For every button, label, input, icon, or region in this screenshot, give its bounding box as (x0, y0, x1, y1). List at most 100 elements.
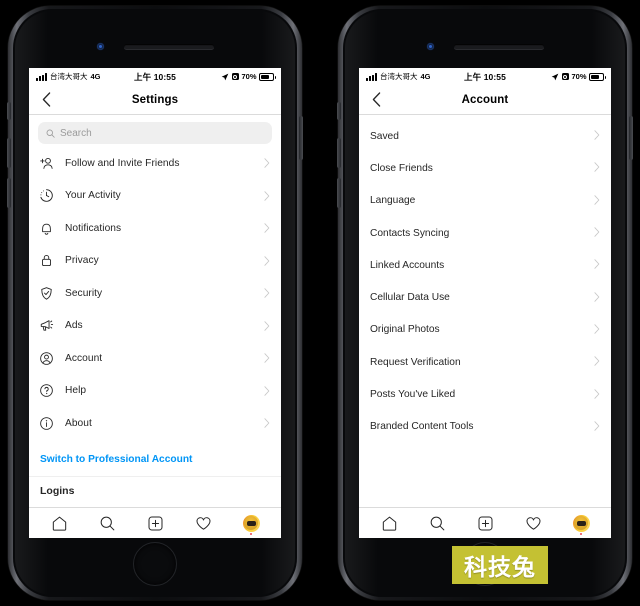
account-row-request-verification[interactable]: Request Verification (359, 346, 611, 379)
location-arrow-icon (552, 73, 559, 80)
settings-list: Search Follow and Invite Friends Your Ac… (29, 115, 281, 507)
notification-dot (580, 533, 582, 535)
mute-switch[interactable] (337, 102, 341, 120)
location-arrow-icon (222, 73, 229, 80)
settings-row-security[interactable]: Security (29, 277, 281, 310)
chevron-right-icon (594, 289, 600, 307)
chevron-right-icon (262, 321, 272, 331)
chevron-right-icon (262, 288, 272, 298)
back-button[interactable] (367, 91, 385, 109)
volume-down-button[interactable] (337, 178, 341, 208)
clock-label: 上午 10:55 (464, 71, 506, 82)
network-type-label: 4G (90, 72, 101, 81)
row-label: Account (65, 352, 103, 364)
earpiece-speaker (453, 43, 544, 49)
account-row-cellular-data-use[interactable]: Cellular Data Use (359, 281, 611, 314)
mute-switch[interactable] (7, 102, 11, 120)
carrier-label: 台湾大哥大 (380, 72, 418, 81)
screen-right: 台湾大哥大 4G 上午 10:55 70% Account Saved Clos… (359, 68, 611, 538)
settings-row-your-activity[interactable]: Your Activity (29, 179, 281, 212)
nav-bar-right: Account (359, 85, 611, 115)
settings-row-help[interactable]: Help (29, 374, 281, 407)
switch-to-professional-account-link[interactable]: Switch to Professional Account (29, 440, 281, 476)
search-tab[interactable] (424, 511, 450, 535)
row-label: Security (65, 287, 103, 299)
status-left-group: 台湾大哥大 4G (366, 71, 464, 82)
home-tab[interactable] (376, 511, 402, 535)
account-row-linked-accounts[interactable]: Linked Accounts (359, 249, 611, 282)
settings-row-notifications[interactable]: Notifications (29, 212, 281, 245)
activity-tab[interactable] (520, 511, 546, 535)
info-circle-icon (38, 415, 55, 432)
clock-label: 上午 10:55 (134, 71, 176, 82)
signal-bars-icon (36, 72, 47, 81)
volume-up-button[interactable] (7, 138, 11, 168)
create-tab[interactable] (142, 511, 168, 535)
create-tab[interactable] (472, 511, 498, 535)
back-button[interactable] (37, 91, 55, 109)
status-right-group: 70% (506, 72, 606, 81)
settings-row-privacy[interactable]: Privacy (29, 244, 281, 277)
power-button[interactable] (299, 116, 303, 160)
alarm-icon (231, 73, 239, 80)
settings-row-account[interactable]: Account (29, 342, 281, 375)
row-label: Posts You've Liked (370, 389, 456, 401)
search-tab[interactable] (94, 511, 120, 535)
section-header-label: Logins (40, 484, 75, 497)
notification-dot (250, 533, 252, 535)
settings-row-about[interactable]: About (29, 407, 281, 440)
search-placeholder: Search (60, 127, 92, 139)
carrier-label: 台湾大哥大 (50, 72, 88, 81)
battery-percent-label: 70% (241, 72, 257, 81)
row-label: Close Friends (370, 162, 433, 174)
chevron-right-icon (262, 386, 272, 396)
home-tab[interactable] (46, 511, 72, 535)
phone-left: 台湾大哥大 4G 上午 10:55 70% Settings Search Fo… (7, 6, 303, 600)
avatar-face (246, 521, 256, 526)
chevron-right-icon (262, 353, 272, 363)
shield-check-icon (38, 285, 55, 302)
page-title: Account (461, 93, 509, 106)
heart-icon (196, 516, 210, 530)
home-button[interactable] (133, 542, 177, 586)
settings-row-ads[interactable]: Ads (29, 309, 281, 342)
account-row-language[interactable]: Language (359, 184, 611, 217)
row-label: Language (370, 195, 416, 207)
sensor-row (338, 42, 632, 50)
activity-tab[interactable] (190, 511, 216, 535)
avatar-image (244, 516, 258, 530)
avatar-face (576, 521, 586, 526)
home-icon (52, 516, 66, 531)
volume-up-button[interactable] (337, 138, 341, 168)
row-label: Notifications (65, 222, 122, 234)
volume-down-button[interactable] (7, 178, 11, 208)
plus-square-icon (148, 516, 162, 530)
profile-tab[interactable] (568, 511, 594, 535)
settings-row-follow-invite-friends[interactable]: Follow and Invite Friends (29, 147, 281, 180)
account-row-close-friends[interactable]: Close Friends (359, 152, 611, 185)
account-row-contacts-syncing[interactable]: Contacts Syncing (359, 216, 611, 250)
bell-icon (38, 220, 55, 237)
power-button[interactable] (629, 116, 633, 160)
account-row-branded-content-tools[interactable]: Branded Content Tools (359, 410, 611, 443)
front-camera-icon (96, 42, 104, 50)
earpiece-speaker (123, 43, 214, 49)
chevron-right-icon (262, 223, 272, 233)
logins-section-header: Logins (29, 477, 281, 499)
signal-bars-icon (366, 72, 377, 81)
row-label: Contacts Syncing (370, 227, 450, 239)
profile-tab[interactable] (238, 511, 264, 535)
row-label: Ads (65, 320, 83, 332)
clock-activity-icon (38, 187, 55, 204)
account-row-original-photos[interactable]: Original Photos (359, 313, 611, 347)
sensor-row (8, 42, 302, 50)
tab-bar-left (29, 507, 281, 538)
chevron-right-icon (594, 418, 600, 436)
account-row-saved[interactable]: Saved (359, 120, 611, 153)
search-input[interactable]: Search (38, 122, 272, 144)
network-type-label: 4G (420, 72, 431, 81)
watermark: 科技兔 (452, 546, 548, 584)
question-circle-icon (38, 382, 55, 399)
megaphone-icon (38, 317, 55, 334)
account-row-posts-youve-liked[interactable]: Posts You've Liked (359, 378, 611, 411)
